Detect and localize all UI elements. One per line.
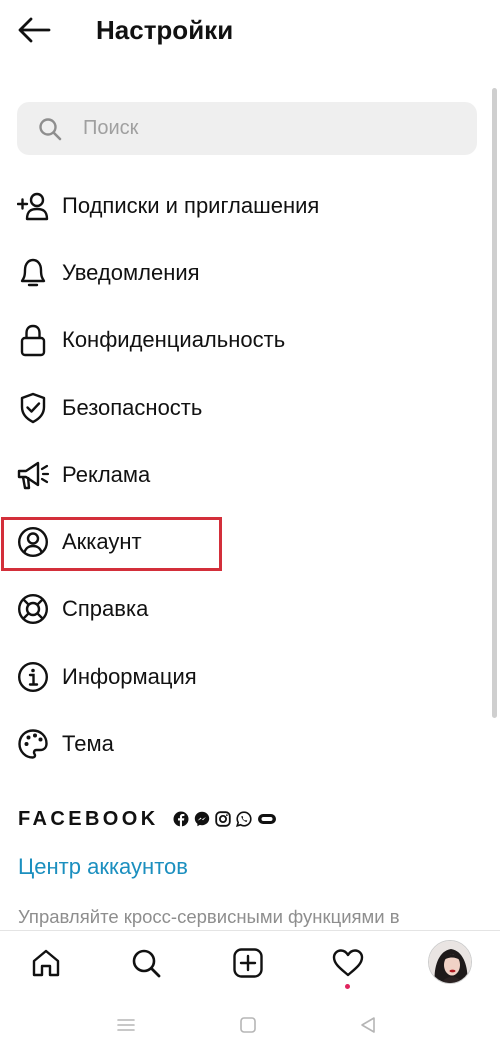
new-post-icon: [233, 948, 263, 978]
bell-icon: [16, 256, 50, 290]
search-bar[interactable]: [17, 102, 477, 155]
menu-label: Подписки и приглашения: [62, 192, 320, 218]
notification-dot: [345, 984, 350, 989]
whatsapp-icon: [235, 811, 252, 827]
menu-item-help[interactable]: Справка: [0, 576, 490, 643]
scrollbar[interactable]: [492, 88, 497, 718]
menu-label: Информация: [62, 663, 197, 689]
menu-item-ads[interactable]: Реклама: [0, 441, 490, 508]
square-icon: [240, 1017, 256, 1033]
add-person-icon: [16, 189, 50, 223]
menu-item-about[interactable]: Информация: [0, 643, 490, 710]
facebook-app-icons: [173, 811, 277, 827]
home-icon: [32, 949, 60, 977]
nav-search-button[interactable]: [126, 943, 166, 983]
menu-item-theme[interactable]: Тема: [0, 710, 490, 777]
system-navigation-bar: [0, 992, 500, 1058]
menu-item-follow-invite[interactable]: Подписки и приглашения: [0, 172, 490, 239]
system-home-button[interactable]: [233, 1012, 263, 1038]
header: Настройки: [0, 0, 500, 62]
activity-heart-icon: [332, 949, 364, 977]
instagram-icon: [214, 811, 231, 827]
megaphone-icon: [16, 458, 50, 492]
account-highlight-frame: [1, 517, 222, 571]
back-arrow-icon: [18, 17, 51, 43]
menu-item-notifications[interactable]: Уведомления: [0, 239, 490, 306]
menu-label: Уведомления: [62, 259, 200, 285]
menu-label: Тема: [62, 731, 114, 757]
search-input[interactable]: [83, 117, 443, 140]
nav-profile-avatar[interactable]: [428, 940, 472, 984]
menu-label: Безопасность: [62, 394, 203, 420]
shield-check-icon: [16, 391, 50, 425]
menu-label: Конфиденциальность: [62, 327, 286, 353]
lock-icon: [16, 323, 50, 357]
menu-lines-icon: [117, 1019, 135, 1031]
menu-label: Справка: [62, 596, 149, 622]
info-icon: [16, 660, 50, 694]
system-back-button[interactable]: [353, 1012, 383, 1038]
page-title: Настройки: [96, 15, 234, 45]
menu-item-privacy[interactable]: Конфиденциальность: [0, 307, 490, 374]
accounts-center-description: Управляйте кросс-сервисными функциями в: [18, 906, 400, 927]
nav-home-button[interactable]: [26, 943, 66, 983]
nav-activity-button[interactable]: [328, 943, 368, 983]
bottom-navigation: [0, 930, 500, 992]
facebook-section-header: FACEBOOK: [18, 806, 277, 832]
search-icon: [37, 116, 63, 142]
search-icon: [132, 949, 161, 978]
settings-menu: Подписки и приглашения Уведомления Конфи…: [0, 172, 490, 778]
facebook-icon: [173, 811, 189, 827]
lifebuoy-icon: [16, 592, 50, 626]
accounts-center-link[interactable]: Центр аккаунтов: [18, 852, 188, 882]
system-menu-button[interactable]: [111, 1012, 141, 1038]
profile-avatar-image: [429, 941, 471, 983]
triangle-back-icon: [361, 1017, 375, 1033]
menu-item-security[interactable]: Безопасность: [0, 374, 490, 441]
menu-label: Реклама: [62, 461, 151, 487]
palette-icon: [16, 727, 50, 761]
facebook-title: FACEBOOK: [18, 807, 159, 830]
nav-new-post-button[interactable]: [228, 943, 268, 983]
portal-icon: [257, 811, 277, 827]
messenger-icon: [194, 811, 210, 827]
back-button[interactable]: [14, 12, 54, 48]
